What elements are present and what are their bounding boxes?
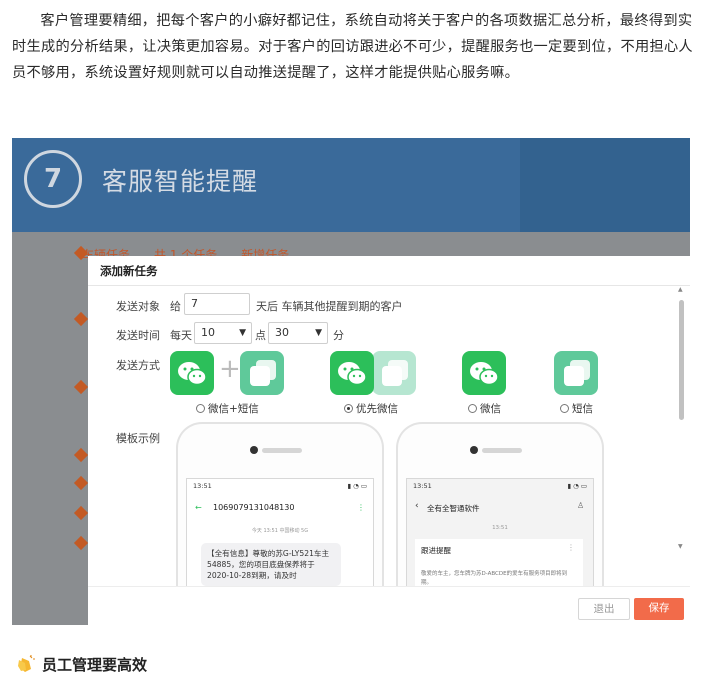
sms-bubble: 【全有信息】尊敬的苏G-LY521车主54885，您的项目底盘保养将于2020-…: [201, 543, 341, 586]
status-icons: ▮ ◔ ▭: [347, 482, 367, 490]
wechat-icon: [462, 351, 506, 395]
radio-wechat[interactable]: 微信: [468, 401, 501, 416]
scroll-up-icon[interactable]: ▲: [678, 286, 683, 293]
scroll-down-icon[interactable]: ▼: [678, 543, 683, 550]
feature-banner: 7 客服智能提醒: [12, 138, 690, 232]
radio-wechat-sms[interactable]: 微信+短信: [196, 401, 259, 416]
section-heading: 员工管理要高效: [42, 656, 148, 674]
save-button[interactable]: 保存: [634, 598, 684, 620]
sms-sender: 1069079131048130: [213, 503, 295, 512]
clapping-hands-icon: [18, 655, 35, 672]
sms-icon: [372, 351, 416, 395]
intro-paragraph: 客户管理要精细，把每个客户的小癖好都记住，系统自动将关于客户的各项数据汇总分析，…: [12, 13, 693, 81]
hour-select[interactable]: 10 ▼: [194, 322, 252, 344]
exit-button[interactable]: 退出: [578, 598, 630, 620]
send-time-prefix: 每天: [170, 329, 192, 342]
back-arrow-icon[interactable]: ←: [195, 503, 202, 512]
feature-title: 客服智能提醒: [102, 167, 259, 196]
screenshot-figure: 7 客服智能提醒 车辆任务共 1 个任务 新增任务 添加新任务 发送对象 给 7 …: [12, 138, 690, 625]
radio-prefer-wechat[interactable]: 优先微信: [344, 401, 398, 416]
dialog-title: 添加新任务: [88, 256, 690, 286]
add-task-dialog: 添加新任务 发送对象 给 7 天后 车辆其他提醒到期的客户 发送时间 每天 10…: [88, 256, 690, 625]
sms-icon: [240, 351, 284, 395]
hour-unit: 点: [255, 329, 266, 342]
wechat-account-title: 全有全智通软件: [427, 504, 480, 513]
plus-icon: +: [219, 354, 241, 384]
send-target-prefix: 给: [170, 300, 181, 313]
sms-icon: [554, 351, 598, 395]
minute-unit: 分: [333, 329, 344, 342]
wechat-icon: [330, 351, 374, 395]
send-method-label: 发送方式: [116, 359, 160, 372]
more-icon[interactable]: ⋮: [567, 543, 575, 552]
send-target-label: 发送对象: [116, 300, 160, 313]
card-title: 跟进提醒: [421, 546, 451, 555]
send-target-suffix: 天后 车辆其他提醒到期的客户: [256, 300, 403, 313]
radio-sms[interactable]: 短信: [560, 401, 593, 416]
more-icon[interactable]: ⋮: [357, 503, 365, 512]
feature-number: 7: [24, 150, 82, 208]
chevron-down-icon: ▼: [315, 328, 322, 338]
wechat-date: 13:51: [492, 525, 508, 531]
days-input[interactable]: 7: [184, 293, 250, 315]
status-icons: ▮ ◔ ▭: [567, 482, 587, 490]
chevron-down-icon: ▼: [239, 328, 246, 338]
wechat-icon: [170, 351, 214, 395]
profile-icon[interactable]: ♙: [577, 501, 584, 510]
dialog-scrollbar[interactable]: ▲ ▼: [676, 286, 686, 623]
minute-select[interactable]: 30 ▼: [268, 322, 328, 344]
sms-date: 今天 13:51 中国移动 5G: [251, 528, 309, 534]
template-label: 模板示例: [116, 432, 160, 445]
send-time-label: 发送时间: [116, 329, 160, 342]
back-arrow-icon[interactable]: ‹: [415, 501, 419, 511]
